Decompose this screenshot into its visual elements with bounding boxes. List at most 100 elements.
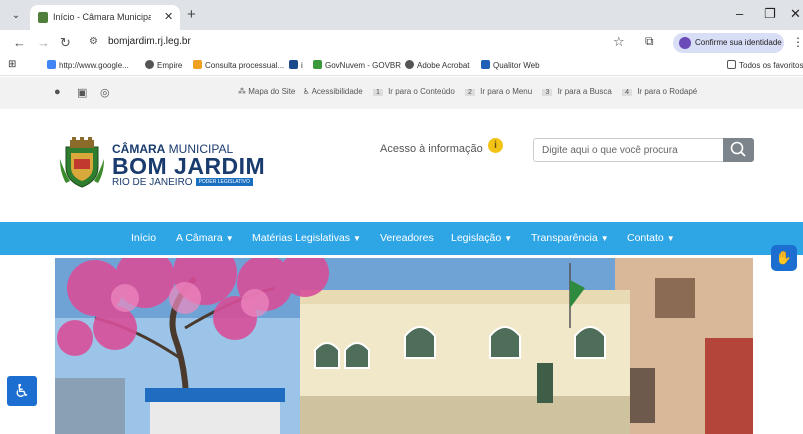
nav-label: Matérias Legislativas — [252, 232, 351, 244]
chevron-down-icon: ▼ — [225, 234, 234, 243]
nav-vereadores[interactable]: Vereadores — [380, 232, 434, 244]
nav-a-camara[interactable]: A Câmara ▼ — [176, 232, 234, 244]
nav-label: Contato — [627, 232, 664, 244]
forward-icon[interactable]: → — [37, 35, 50, 50]
profile-icon — [679, 37, 691, 49]
youtube-icon[interactable]: ▣ — [77, 86, 87, 99]
bookmark-label: http://www.google... — [59, 61, 129, 70]
nav-label: Início — [131, 232, 157, 244]
tab-title: Início - Câmara Municipal de B... — [53, 12, 151, 22]
window-close-icon[interactable]: ✕ — [790, 6, 801, 22]
browser-menu-icon[interactable]: ⋮ — [792, 35, 803, 49]
bookmark-label: Empire — [157, 61, 183, 70]
chevron-down-icon: ▼ — [504, 234, 513, 243]
web-page: ● ▣ ◎ ⁂ Mapa do Site ♿ Acessibilidade 1 … — [0, 77, 803, 434]
globe-icon — [145, 60, 154, 69]
shortcut-key: 1 — [372, 89, 383, 96]
logo-line3: RIO DE JANEIRO PODER LEGISLATIVO — [112, 177, 253, 188]
site-favicon — [38, 12, 48, 23]
building-photo — [55, 258, 753, 434]
logo-badge: PODER LEGISLATIVO — [195, 178, 253, 186]
hero-banner-image — [55, 258, 753, 434]
sitemap-icon: ⁂ — [238, 87, 246, 96]
minimize-icon[interactable]: – — [736, 6, 743, 21]
bookmark-qualitor[interactable]: Qualitor Web — [481, 60, 540, 70]
bookmark-acrobat[interactable]: Adobe Acrobat — [405, 60, 469, 70]
address-bar[interactable]: ⚙ bomjardim.rj.leg.br ☆ — [80, 33, 663, 53]
logo-title: BOM JARDIM — [112, 153, 266, 179]
close-tab-icon[interactable]: ✕ — [164, 10, 173, 23]
coat-of-arms-icon — [60, 137, 104, 188]
chevron-down-icon: ▼ — [666, 234, 675, 243]
browser-tab[interactable]: Início - Câmara Municipal de B... ✕ — [30, 5, 180, 30]
site-info-icon[interactable]: ⚙ — [89, 36, 98, 47]
search-input[interactable] — [533, 138, 723, 162]
identity-label: Confirme sua identidade — [695, 38, 782, 47]
search-box — [533, 138, 754, 162]
info-icon[interactable]: i — [488, 138, 503, 153]
nav-materias[interactable]: Matérias Legislativas ▼ — [252, 232, 361, 244]
nav-label: Vereadores — [380, 232, 434, 244]
bookmark-label: i — [301, 61, 303, 70]
site-logo[interactable]: CÂMARA MUNICIPAL BOM JARDIM RIO DE JANEI… — [60, 137, 270, 197]
bookmark-govnuvem[interactable]: GovNuvem - GOVBR — [313, 60, 401, 70]
qualitor-icon — [481, 60, 490, 69]
link-menu[interactable]: Ir para o Menu — [480, 87, 532, 96]
bookmark-label: Consulta processual... — [205, 61, 285, 70]
instagram-icon[interactable]: ◎ — [100, 86, 110, 99]
cloud-icon — [313, 60, 322, 69]
search-button[interactable] — [723, 138, 754, 162]
reload-icon[interactable]: ↻ — [60, 35, 71, 51]
accessibility-widget-icon[interactable]: ♿ — [7, 376, 37, 406]
nav-transparencia[interactable]: Transparência ▼ — [531, 232, 609, 244]
bookmark-label: Adobe Acrobat — [417, 61, 470, 70]
chevron-down-icon: ▼ — [600, 234, 609, 243]
shortcut-key: 4 — [622, 89, 632, 96]
building-icon — [289, 60, 298, 69]
all-bookmarks-folder[interactable]: Todos os favoritos — [727, 60, 803, 70]
bookmark-google[interactable]: http://www.google... — [47, 60, 129, 70]
bookmark-star-icon[interactable]: ☆ — [613, 34, 625, 50]
globe-icon — [405, 60, 414, 69]
acesso-informacao-link[interactable]: Acesso à informação — [380, 143, 483, 155]
apps-icon[interactable]: ⊞ — [8, 59, 16, 70]
new-tab-icon[interactable]: + — [187, 6, 196, 23]
shortcut-key: 3 — [542, 89, 553, 96]
logo-state: RIO DE JANEIRO — [112, 177, 193, 188]
nav-inicio[interactable]: Início — [131, 232, 156, 244]
back-icon[interactable]: ← — [13, 35, 26, 50]
chevron-down-icon: ▼ — [353, 234, 361, 243]
accessibility-links: ⁂ Mapa do Site ♿ Acessibilidade 1 Ir par… — [238, 87, 702, 96]
nav-label: Transparência — [531, 232, 598, 244]
browser-tab-bar: ⌄ Início - Câmara Municipal de B... ✕ + … — [0, 0, 803, 30]
bookmarks-bar: ⊞ http://www.google... Empire Consulta p… — [0, 56, 803, 76]
vlibras-sign-language-icon[interactable]: ✋ — [771, 245, 797, 271]
nav-contato[interactable]: Contato ▼ — [627, 232, 675, 244]
shortcut-key: 2 — [465, 89, 475, 96]
identity-button[interactable]: Confirme sua identidade — [673, 33, 784, 53]
bookmark-consulta[interactable]: Consulta processual... — [193, 60, 284, 70]
extensions-icon[interactable]: ⧉ — [645, 34, 654, 49]
url-text[interactable]: bomjardim.rj.leg.br — [108, 36, 191, 47]
nav-label: A Câmara — [176, 232, 223, 244]
link-footer[interactable]: Ir para o Rodapé — [637, 87, 697, 96]
link-content[interactable]: Ir para o Conteúdo — [388, 87, 455, 96]
bookmark-empire[interactable]: Empire — [145, 60, 182, 70]
restore-icon[interactable]: ❐ — [764, 6, 776, 22]
link-sitemap[interactable]: Mapa do Site — [248, 87, 295, 96]
facebook-icon[interactable]: ● — [54, 86, 61, 98]
all-bookmarks-label: Todos os favoritos — [739, 61, 803, 70]
accessibility-icon: ♿ — [302, 87, 310, 96]
tab-search-icon[interactable]: ⌄ — [8, 8, 24, 24]
folder-icon — [727, 60, 736, 69]
bookmark-i[interactable]: i — [289, 60, 303, 70]
google-icon — [47, 60, 56, 69]
nav-legislacao[interactable]: Legislação ▼ — [451, 232, 512, 244]
link-accessibility[interactable]: Acessibilidade — [312, 87, 363, 96]
browser-toolbar: ← → ↻ ⚙ bomjardim.rj.leg.br ☆ ⧉ Confirme… — [0, 30, 803, 56]
accessibility-top-bar: ● ▣ ◎ ⁂ Mapa do Site ♿ Acessibilidade 1 … — [0, 77, 803, 109]
search-icon — [730, 141, 746, 157]
link-search[interactable]: Ir para a Busca — [558, 87, 612, 96]
nav-label: Legislação — [451, 232, 502, 244]
document-icon — [193, 60, 202, 69]
